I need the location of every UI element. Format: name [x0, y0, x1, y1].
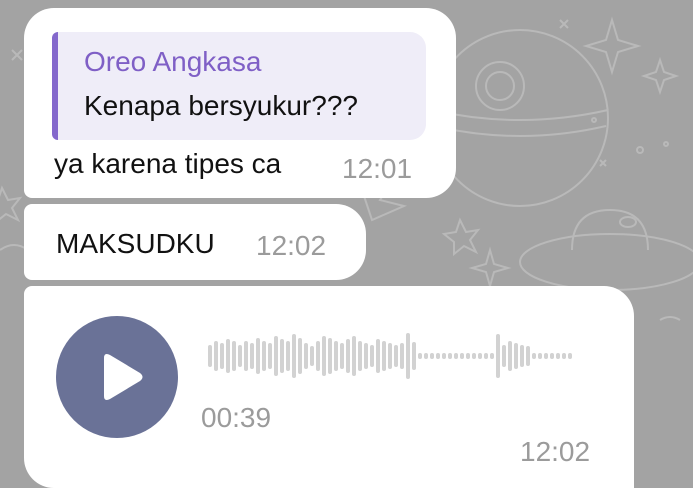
waveform-bar [460, 353, 464, 359]
waveform-bar [502, 345, 506, 367]
waveform-bar [520, 345, 524, 367]
message-text: MAKSUDKU [56, 228, 215, 259]
waveform-bar [508, 341, 512, 371]
waveform-bar [238, 345, 242, 367]
message-time: 12:02 [520, 436, 591, 467]
waveform-bar [526, 346, 530, 366]
play-button[interactable] [56, 316, 178, 438]
voice-duration: 00:39 [201, 402, 272, 433]
waveform-bar [376, 339, 380, 373]
waveform-bar [382, 341, 386, 371]
waveform-bar [538, 353, 542, 359]
waveform-bar [280, 339, 284, 373]
waveform-bar [328, 338, 332, 374]
message-bubble-reply[interactable]: Oreo Angkasa Kenapa bersyukur??? ya kare… [24, 8, 456, 198]
message-bubble-voice[interactable]: 00:39 12:02 [24, 286, 634, 488]
waveform-bar [226, 339, 230, 373]
waveform-bar [430, 353, 434, 359]
waveform-bar [358, 341, 362, 371]
waveform-bar [454, 353, 458, 359]
waveform-bar [334, 341, 338, 371]
waveform-bar [388, 343, 392, 369]
waveform-bar [256, 338, 260, 374]
waveform-bar [406, 333, 410, 379]
reply-accent-bar [52, 32, 58, 140]
waveform-bar [562, 353, 566, 359]
waveform-bar [466, 353, 470, 359]
waveform-bar [232, 341, 236, 371]
waveform-bar [412, 342, 416, 370]
waveform-bar [514, 343, 518, 369]
waveform-bar [436, 353, 440, 359]
waveform-bar [532, 353, 536, 359]
waveform-bar [352, 336, 356, 376]
waveform-bar [274, 336, 278, 376]
message-bubble-text[interactable]: MAKSUDKU 12:02 [24, 204, 366, 280]
waveform-bar [544, 353, 548, 359]
waveform-bar [550, 353, 554, 359]
waveform-bar [310, 346, 314, 366]
waveform-bar [418, 353, 422, 359]
reply-quoted-text: Kenapa bersyukur??? [84, 90, 358, 121]
waveform-bar [490, 353, 494, 359]
waveform-bar [394, 345, 398, 367]
waveform-bar [268, 343, 272, 369]
waveform-bar [496, 334, 500, 378]
waveform-bar [208, 345, 212, 367]
waveform-bar [250, 343, 254, 369]
waveform-bar [340, 343, 344, 369]
waveform-bar [346, 339, 350, 373]
waveform-bar [442, 353, 446, 359]
waveform-bar [244, 341, 248, 371]
waveform-bar [484, 353, 488, 359]
waveform-bar [286, 341, 290, 371]
waveform-bar [370, 345, 374, 367]
reply-sender-name: Oreo Angkasa [84, 46, 262, 77]
play-icon [104, 354, 143, 400]
waveform-bar [400, 343, 404, 369]
message-time: 12:01 [342, 153, 413, 184]
waveform-bar [292, 334, 296, 378]
reply-quote[interactable]: Oreo Angkasa Kenapa bersyukur??? [52, 32, 426, 140]
waveform-bar [316, 341, 320, 371]
waveform-bar [424, 353, 428, 359]
waveform-bar [322, 336, 326, 376]
waveform-bar [556, 353, 560, 359]
waveform-bar [298, 338, 302, 374]
waveform-bar [304, 343, 308, 369]
waveform-bar [568, 353, 572, 359]
waveform-bar [220, 343, 224, 369]
waveform-bar [478, 353, 482, 359]
message-time: 12:02 [256, 230, 327, 261]
waveform-bar [214, 341, 218, 371]
waveform-bar [448, 353, 452, 359]
waveform-bar [472, 353, 476, 359]
waveform-bar [262, 341, 266, 371]
waveform-bar [364, 343, 368, 369]
message-text: ya karena tipes ca [54, 148, 282, 179]
voice-waveform[interactable] [206, 330, 606, 382]
